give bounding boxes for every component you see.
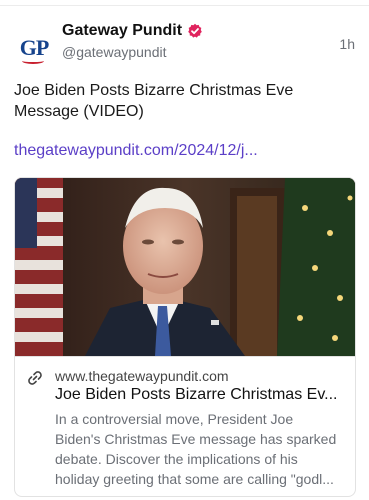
author-name-row: Gateway Pundit [62,22,203,40]
card-description: In a controversial move, President Joe B… [55,409,345,489]
verified-badge-icon [187,23,203,39]
news-photo-icon [15,178,355,356]
avatar[interactable]: GP [14,28,54,68]
post[interactable]: GP Gateway Pundit @gatewaypundit 1h Joe … [0,6,369,500]
card-description-line: holiday greeting that some are calling "… [55,471,334,487]
card-image[interactable] [15,178,355,356]
card-description-line: In a controversial move, President Joe [55,411,294,427]
post-text-line: Joe Biden Posts Bizarre Christmas Eve [14,82,294,99]
card-body[interactable]: www.thegatewaypundit.com Joe Biden Posts… [15,356,355,496]
card-description-line: debate. Discover the implications of his [55,451,298,467]
author-display-name[interactable]: Gateway Pundit [62,22,182,40]
post-text-line: Message (VIDEO) [14,103,144,120]
card-title[interactable]: Joe Biden Posts Bizarre Christmas Ev... [55,386,347,404]
post-timestamp[interactable]: 1h [339,36,355,52]
post-text: Joe Biden Posts Bizarre Christmas Eve Me… [14,80,334,122]
post-link[interactable]: thegatewaypundit.com/2024/12/j... [14,142,258,160]
author-handle[interactable]: @gatewaypundit [62,44,167,60]
link-preview-card[interactable]: www.thegatewaypundit.com Joe Biden Posts… [14,177,356,497]
card-description-line: Biden's Christmas Eve message has sparke… [55,431,337,447]
link-icon [27,370,43,386]
card-domain: www.thegatewaypundit.com [55,368,229,384]
avatar-swoosh [22,58,44,64]
